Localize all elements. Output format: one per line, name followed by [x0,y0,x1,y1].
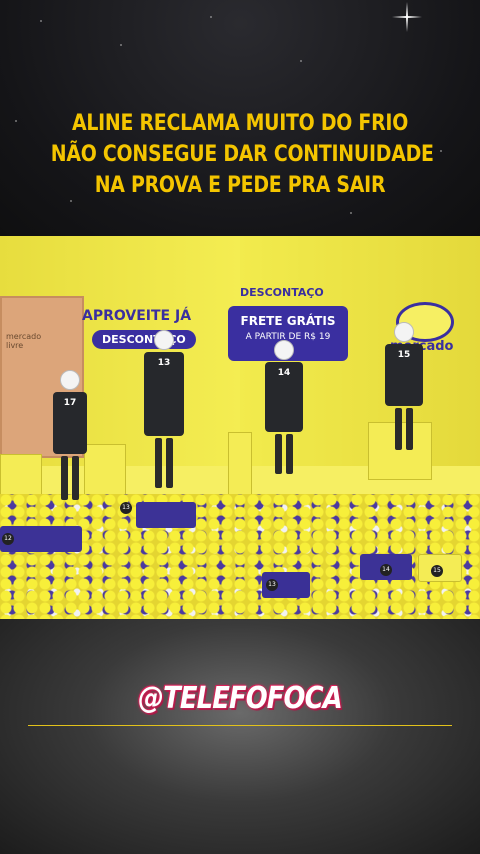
headline: ALINE RECLAMA MUITO DO FRIO NÃO CONSEGUE… [50,108,434,201]
star-dot [350,212,352,214]
bottom-watermark-area: @TELEFOFOCA [0,619,480,854]
pedestal: 13 [120,502,196,528]
helmet-icon [394,322,414,342]
pedestal: 14 [360,554,412,580]
star-dot [40,20,42,22]
pedestal-number: 14 [380,564,392,576]
helmet-icon [274,340,294,360]
headline-line-2: NÃO CONSEGUE DAR CONTINUIDADE [50,142,434,167]
participant: 14 [262,340,306,474]
headline-line-3: NA PROVA E PEDE PRA SAIR [94,173,386,198]
aproveite-sign: APROVEITE JÁ [82,308,192,324]
helmet-icon [154,330,174,350]
star-dot [210,16,212,18]
watermark-divider [28,725,452,726]
pedestal-number: 13 [120,502,132,514]
jersey: 13 [144,352,184,436]
frete-gratis-label: FRETE GRÁTIS [240,314,336,328]
top-caption-area: ALINE RECLAMA MUITO DO FRIO NÃO CONSEGUE… [0,0,480,236]
video-frame: mercado livre APROVEITE JÁ DESCONTAÇO DE… [0,236,480,619]
pedestal-number: 13 [266,579,278,591]
mercado-livre-small-label: mercado livre [6,332,42,350]
star-dot [300,60,302,62]
pedestal: 12 [0,526,82,552]
pedestal: 13 [262,572,310,598]
jersey: 15 [385,344,423,406]
descontaco-title: DESCONTAÇO [240,286,324,299]
legs [382,408,426,450]
star-dot [440,150,442,152]
star-dot [15,120,17,122]
helmet-icon [60,370,80,390]
pedestal-number: 12 [2,533,14,545]
pedestal: 15 [418,554,462,582]
participant: 17 [50,370,90,500]
legs [50,456,90,500]
star-dot [120,44,122,46]
jersey-number: 14 [277,368,291,378]
jersey-number: 13 [157,358,171,368]
participant: 13 [142,330,186,488]
pedestal-number: 15 [431,565,443,577]
jersey: 17 [53,392,87,454]
jersey: 14 [265,362,303,432]
headline-line-1: ALINE RECLAMA MUITO DO FRIO [71,111,409,136]
jersey-number: 15 [397,350,411,360]
legs [262,434,306,474]
participant: 15 [382,322,426,450]
watermark-handle: @TELEFOFOCA [138,681,343,716]
jersey-number: 17 [63,398,77,408]
legs [142,438,186,488]
sparkle-icon [392,2,422,32]
